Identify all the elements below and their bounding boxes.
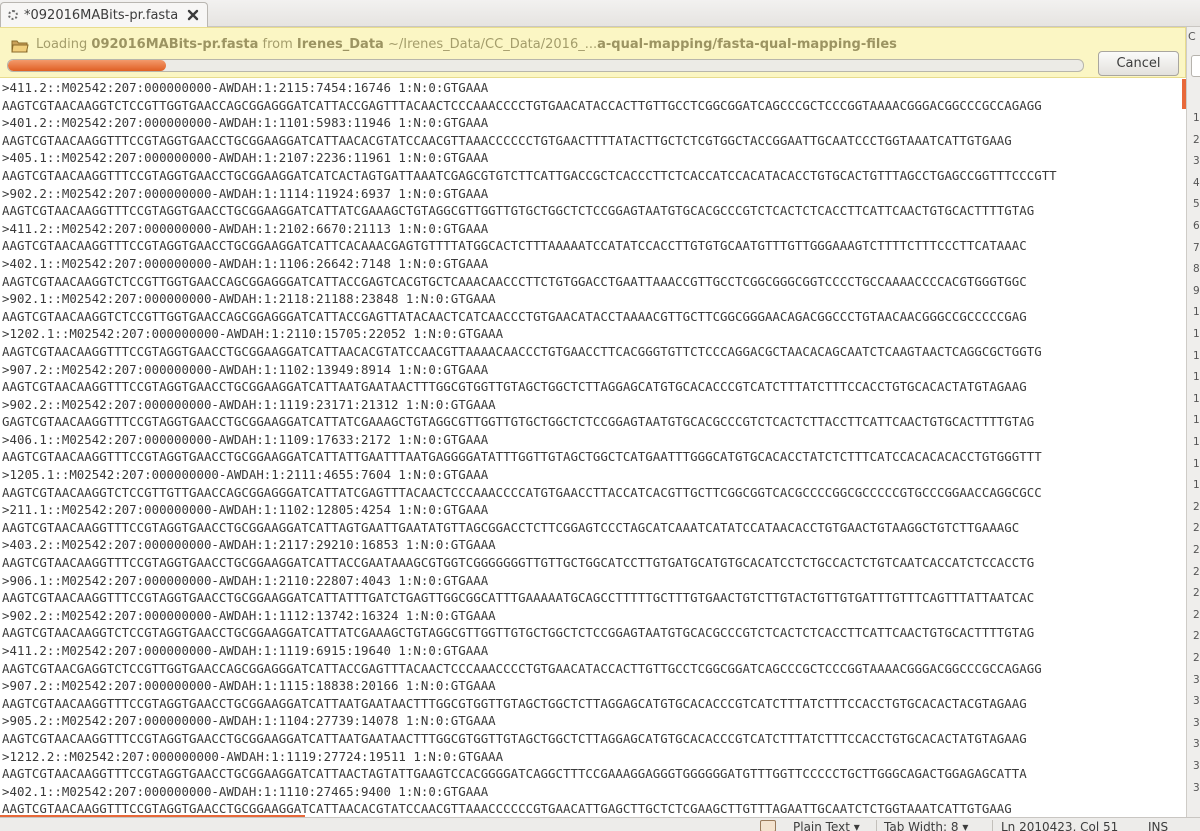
status-bar: Plain Text ▾ Tab Width: 8 ▾ Ln 2010423, … (0, 817, 1200, 831)
fasta-header-line: >211.1::M02542:207:000000000-AWDAH:1:110… (2, 502, 489, 518)
tab-document[interactable]: *092016MABits-pr.fasta (0, 2, 208, 27)
fasta-header-line: >403.2::M02542:207:000000000-AWDAH:1:211… (2, 537, 496, 553)
side-panel-number: 3 (1193, 673, 1200, 686)
side-panel-number: 1 (1193, 414, 1200, 427)
loading-infobar: Loading 092016MABits-pr.fasta from Irene… (0, 27, 1186, 78)
side-panel-number: 1 (1193, 349, 1200, 362)
sequence-line: AAGTCGTAACAAGGTTTCCGTAGGTGAACCTGCGGAAGGA… (2, 519, 1020, 535)
document-icon (760, 820, 776, 831)
language-selector[interactable]: Plain Text ▾ (793, 820, 860, 831)
sequence-line: AAGTCGTAACAAGGTCTCCGTTGGTGAACCAGCGGAGGGA… (2, 97, 1042, 113)
fasta-header-line: >402.1::M02542:207:000000000-AWDAH:1:110… (2, 255, 489, 271)
side-panel-number: 3 (1193, 155, 1200, 168)
side-panel-number: 2 (1193, 522, 1200, 535)
sequence-line: AAGTCGTAACAAGGTTTCCGTAGGTGAACCTGCGGAAGGA… (2, 449, 1042, 465)
fasta-header-line: >406.1::M02542:207:000000000-AWDAH:1:110… (2, 431, 489, 447)
fasta-header-line: >907.2::M02542:207:000000000-AWDAH:1:111… (2, 678, 496, 694)
chevron-down-icon: ▾ (962, 820, 969, 831)
side-panel-number: 3 (1193, 781, 1200, 794)
side-panel-number: 1 (1193, 479, 1200, 492)
sequence-line: AAGTCGTAACAAGGTTTCCGTAGGTGAACCTGCGGAAGGA… (2, 238, 1027, 254)
fasta-header-line: >902.1::M02542:207:000000000-AWDAH:1:211… (2, 291, 496, 307)
side-panel-number: 2 (1193, 565, 1200, 578)
sequence-line: AAGTCGTAACAAGGTTTCCGTAGGTGAACCTGCGGAAGGA… (2, 590, 1035, 606)
fasta-header-line: >1205.1::M02542:207:000000000-AWDAH:1:21… (2, 467, 489, 483)
side-panel-number: 1 (1193, 328, 1200, 340)
side-panel-number: 1 (1193, 436, 1200, 448)
fasta-header-line: >902.2::M02542:207:000000000-AWDAH:1:111… (2, 607, 496, 623)
sequence-line: AAGTCGTAACAAGGTTTCCGTAGGTGAACCTGCGGAAGGA… (2, 203, 1035, 219)
fasta-header-line: >401.2::M02542:207:000000000-AWDAH:1:110… (2, 115, 489, 131)
sequence-line: AAGTCGTAACAAGGTCTCCGTTGTTGAACCAGCGGAGGGA… (2, 484, 1042, 500)
side-panel-number: 1 (1193, 306, 1200, 319)
fasta-header-line: >411.2::M02542:207:000000000-AWDAH:1:111… (2, 643, 489, 658)
side-panel-number: 4 (1193, 176, 1200, 189)
sequence-line: GAGTCGTAACAAGGTTTCCGTAGGTGAACCTGCGGAAGGA… (2, 414, 1035, 430)
cursor-position: Ln 2010423, Col 51 (1001, 820, 1119, 831)
side-panel-number: 6 (1193, 220, 1200, 232)
text-editor[interactable]: >411.2::M02542:207:000000000-AWDAH:1:211… (0, 79, 1186, 817)
loading-filename: 092016MABits-pr.fasta (91, 37, 259, 52)
sequence-line: AAGTCGTAACGAGGTCTCCGTTGGTGAACCAGCGGAGGGA… (2, 660, 1042, 676)
close-x-icon[interactable] (185, 7, 201, 23)
sequence-line: AAGTCGTAACAAGGTTTCCGTAGGTGAACCTGCGGAAGGA… (2, 167, 1057, 183)
side-panel-number: 2 (1193, 652, 1200, 664)
fasta-header-line: >902.2::M02542:207:000000000-AWDAH:1:111… (2, 396, 496, 412)
side-panel-number: 2 (1193, 500, 1200, 513)
side-panel-number: 3 (1193, 695, 1200, 708)
loading-path: a-qual-mapping/fasta-qual-mapping-files (597, 37, 897, 52)
side-panel-number: 2 (1193, 630, 1200, 643)
side-panel-number: 5 (1193, 198, 1200, 211)
sequence-line: AAGTCGTAACAAGGTTTCCGTAGGTGAACCTGCGGAAGGA… (2, 555, 1035, 571)
fasta-header-line: >411.2::M02542:207:000000000-AWDAH:1:210… (2, 220, 489, 236)
progress-fill (8, 60, 167, 71)
side-panel-number: 3 (1193, 716, 1200, 729)
loading-message: Loading 092016MABits-pr.fasta from Irene… (36, 37, 897, 52)
side-panel-number: 1 (1193, 371, 1200, 384)
sequence-line: AAGTCGTAACAAGGTTTCCGTAGGTGAACCTGCGGAAGGA… (2, 343, 1042, 359)
sequence-line: AAGTCGTAACAAGGTTTCCGTAGGTGAACCTGCGGAAGGA… (2, 766, 1027, 782)
sequence-line: AAGTCGTAACAAGGTTTCCGTAGGTGAACCTGCGGAAGGA… (2, 695, 1027, 711)
chevron-down-icon: ▾ (853, 820, 860, 831)
side-panel (1186, 27, 1200, 831)
loading-folder: Irenes_Data (296, 37, 384, 52)
side-panel-number: 7 (1193, 241, 1200, 254)
side-panel-number: 8 (1193, 263, 1200, 276)
open-folder-icon (11, 38, 29, 54)
side-panel-number: 2 (1193, 587, 1200, 600)
sequence-line: AAGTCGTAACAAGGTCTCCGTTGGTGAACCAGCGGAGGGA… (2, 308, 1027, 324)
sequence-line: AAGTCGTAACAAGGTTTCCGTAGGTGAACCTGCGGAAGGA… (2, 132, 1012, 148)
tab-title: *092016MABits-pr.fasta (24, 7, 179, 23)
side-panel-number: 2 (1193, 608, 1200, 621)
cancel-button[interactable]: Cancel (1098, 51, 1179, 76)
side-panel-number: 3 (1193, 738, 1200, 751)
side-panel-number: 3 (1193, 760, 1200, 772)
side-panel-number: 2 (1193, 133, 1200, 146)
sequence-line: AAGTCGTAACAAGGTTTCCGTAGGTGAACCTGCGGAAGGA… (2, 379, 1027, 395)
sequence-line: AAGTCGTAACAAGGTCTCCGTAGGTGAACCTGCGGAAGGA… (2, 625, 1035, 641)
fasta-header-line: >906.1::M02542:207:000000000-AWDAH:1:211… (2, 572, 489, 588)
side-panel-number: 1 (1193, 457, 1200, 470)
side-panel-label: C (1188, 30, 1196, 43)
side-panel-number: 1 (1193, 392, 1200, 405)
sequence-line: AAGTCGTAACAAGGTTTCCGTAGGTGAACCTGCGGAAGGA… (2, 730, 1027, 746)
side-panel-field[interactable] (1191, 55, 1200, 77)
loading-spinner-icon (7, 9, 19, 21)
fasta-header-line: >405.1::M02542:207:000000000-AWDAH:1:210… (2, 150, 489, 166)
side-panel-number: 2 (1193, 544, 1200, 556)
fasta-header-line: >402.1::M02542:207:000000000-AWDAH:1:111… (2, 783, 489, 799)
insert-mode: INS (1148, 820, 1169, 831)
fasta-header-line: >1212.2::M02542:207:000000000-AWDAH:1:11… (2, 748, 504, 764)
sequence-line: AAGTCGTAACAAGGTCTCCGTTGGTGAACCAGCGGAGGGA… (2, 273, 1027, 289)
loading-progress-bar (7, 59, 1084, 72)
fasta-header-line: >902.2::M02542:207:000000000-AWDAH:1:111… (2, 185, 489, 201)
side-panel-number: 1 (1193, 112, 1200, 124)
side-panel-number: 9 (1193, 284, 1200, 297)
tab-bar: *092016MABits-pr.fasta (0, 0, 1200, 27)
fasta-header-line: >1202.1::M02542:207:000000000-AWDAH:1:21… (2, 326, 504, 342)
tab-width-selector[interactable]: Tab Width: 8 ▾ (884, 820, 968, 831)
fasta-header-line: >411.2::M02542:207:000000000-AWDAH:1:211… (2, 80, 489, 95)
fasta-header-line: >905.2::M02542:207:000000000-AWDAH:1:110… (2, 713, 496, 729)
fasta-header-line: >907.2::M02542:207:000000000-AWDAH:1:110… (2, 361, 489, 377)
